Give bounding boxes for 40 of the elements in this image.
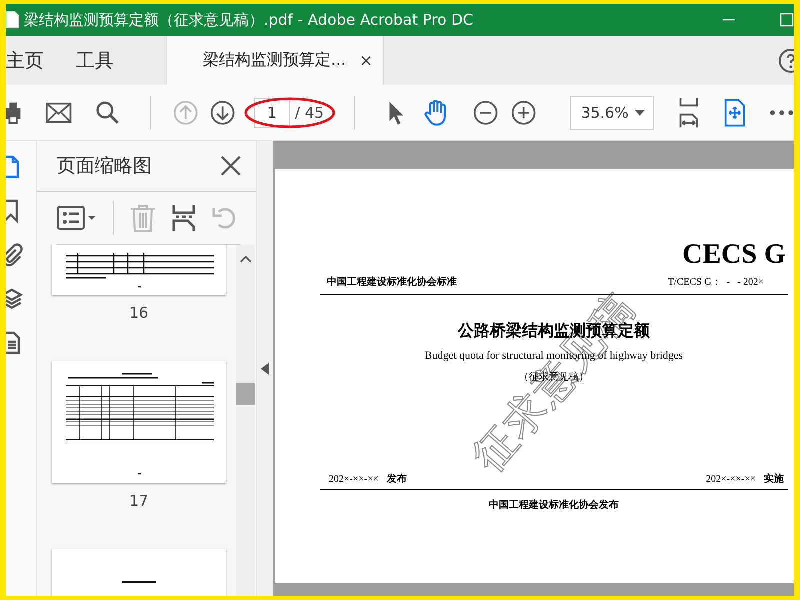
- zoom-out-icon[interactable]: [472, 98, 499, 126]
- options-icon[interactable]: [57, 205, 97, 231]
- document-tab[interactable]: 梁结构监测预算定... ×: [166, 36, 384, 85]
- document-tab-label: 梁结构监测预算定...: [203, 50, 346, 71]
- scroll-up-icon[interactable]: [240, 255, 252, 263]
- mail-icon[interactable]: [46, 102, 72, 124]
- nav-tab[interactable]: 工具: [76, 36, 126, 85]
- attachments-panel-icon[interactable]: [6, 243, 24, 269]
- nav-tab[interactable]: 主页: [6, 36, 56, 85]
- page-count: / 45: [295, 104, 324, 122]
- search-icon[interactable]: [96, 100, 120, 126]
- effective-label: 实施: [764, 472, 784, 486]
- standard-body: 中国工程建设标准化协会标准: [327, 276, 457, 289]
- publisher: 中国工程建设标准化协会发布: [488, 498, 620, 512]
- scrollbar[interactable]: [236, 245, 255, 596]
- maximize-icon[interactable]: [780, 13, 794, 27]
- zoom-in-icon[interactable]: [510, 98, 536, 126]
- issue-label: 发布: [386, 472, 407, 486]
- close-icon[interactable]: [221, 156, 241, 176]
- issue-date: 202×-××-××: [329, 474, 379, 484]
- page-number-label: 17: [129, 492, 149, 510]
- standard-code: CECS G: [682, 239, 787, 271]
- effective-date: 202×-××-××: [706, 474, 756, 484]
- fit-page-icon[interactable]: [678, 96, 700, 130]
- close-tab-button[interactable]: ×: [360, 51, 373, 70]
- window-title: 梁结构监测预算定额（征求意见稿）.pdf - Adobe Acrobat Pro DC: [24, 10, 474, 30]
- insert-page-icon[interactable]: [172, 204, 196, 232]
- page-number-label: 16: [129, 304, 149, 322]
- caret-icon: [635, 110, 646, 116]
- standard-number: T/CECS G： - - 202×: [668, 276, 764, 289]
- marquee-zoom-icon[interactable]: [724, 98, 746, 128]
- pdf-file-icon: [6, 11, 20, 29]
- zoom-dropdown[interactable]: 35.6%: [570, 96, 654, 130]
- collapse-arrow-icon[interactable]: [261, 362, 269, 374]
- page-thumbnail[interactable]: [52, 361, 226, 483]
- next-page-icon[interactable]: [210, 98, 236, 126]
- panel-title: 页面缩略图: [57, 154, 152, 179]
- hand-tool-icon[interactable]: [423, 98, 449, 128]
- scroll-thumb[interactable]: [236, 383, 255, 405]
- more-icon[interactable]: [770, 110, 794, 116]
